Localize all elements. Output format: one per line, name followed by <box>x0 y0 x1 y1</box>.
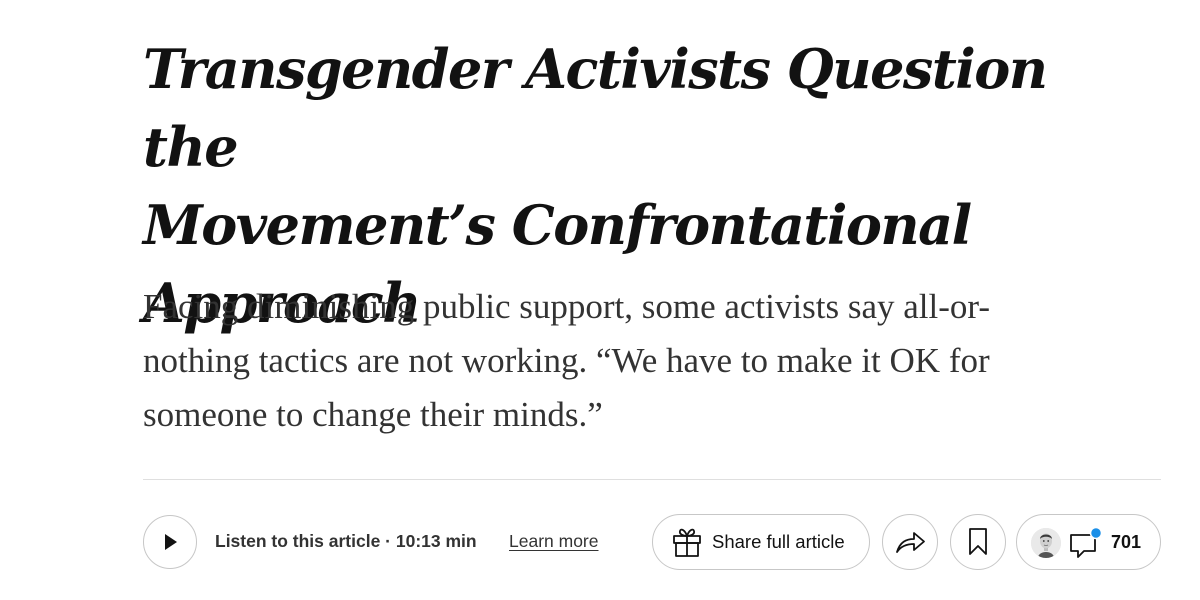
article-summary: Facing diminishing public support, some … <box>143 280 1143 442</box>
summary-line: someone to change their minds.” <box>143 395 603 434</box>
share-full-article-button[interactable]: Share full article <box>652 514 870 570</box>
bookmark-icon <box>969 528 987 555</box>
comments-button[interactable]: 701 <box>1016 514 1161 570</box>
gift-icon <box>673 528 701 557</box>
play-icon <box>165 534 177 550</box>
summary-line: Facing diminishing public support, some … <box>143 287 990 326</box>
learn-more-link[interactable]: Learn more <box>509 531 599 552</box>
comment-count: 701 <box>1111 532 1142 552</box>
summary-line: nothing tactics are not working. “We hav… <box>143 341 990 380</box>
divider <box>143 479 1161 480</box>
play-audio-button[interactable] <box>143 515 197 569</box>
share-full-article-label: Share full article <box>712 531 845 552</box>
article-toolbar: Listen to this article · 10:13 min Learn… <box>143 514 1161 572</box>
headline-line: Transgender Activists Question the <box>143 37 1048 179</box>
share-button[interactable] <box>882 514 938 570</box>
comment-bubble-icon <box>1070 526 1103 558</box>
save-button[interactable] <box>950 514 1006 570</box>
notification-dot <box>1089 526 1103 540</box>
avatar <box>1031 528 1061 558</box>
headline-line: Movement’s Confrontational <box>143 193 972 257</box>
share-arrow-icon <box>896 532 925 553</box>
listen-label: Listen to this article · 10:13 min <box>215 531 477 551</box>
avatar-image <box>1031 528 1061 558</box>
